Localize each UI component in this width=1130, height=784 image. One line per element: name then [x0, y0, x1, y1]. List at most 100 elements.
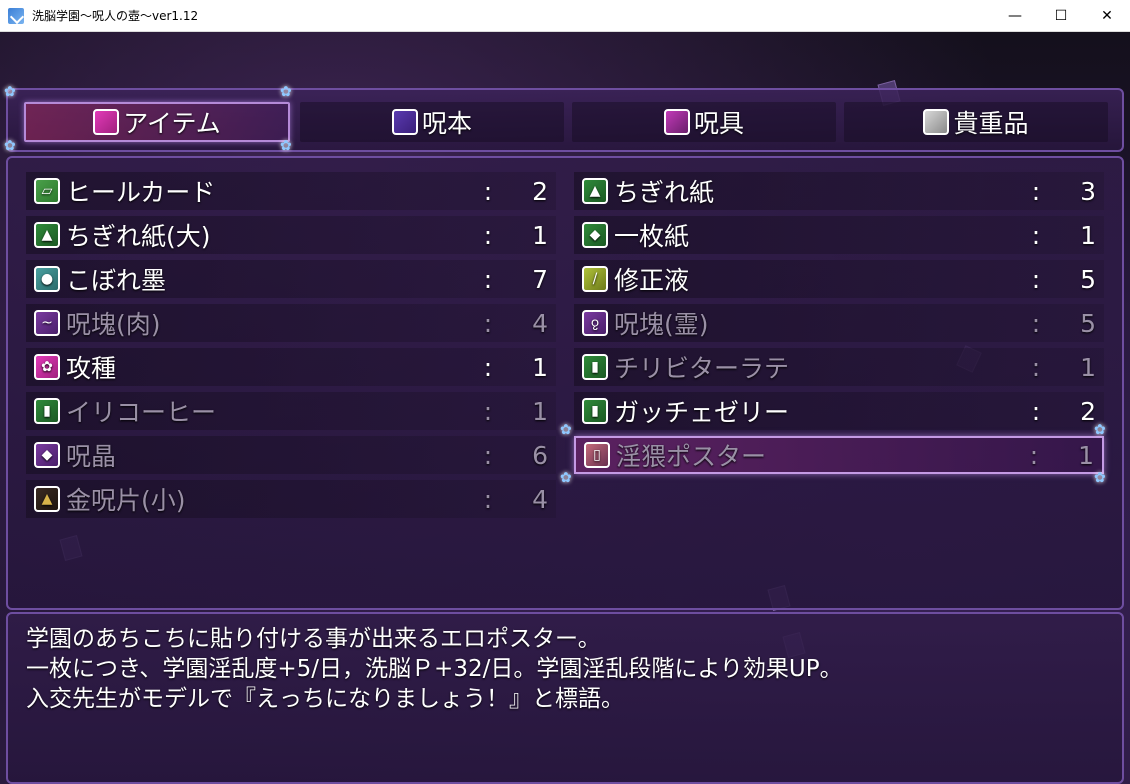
item-separator: : — [483, 176, 493, 206]
item-name: イリコーヒー — [66, 398, 217, 427]
curse-spirit-icon: ჹ — [582, 310, 608, 336]
list-item[interactable]: ▮ イリコーヒー : 1 — [26, 392, 556, 430]
gold-shard-icon: ▲ — [34, 486, 60, 512]
window-controls: — ☐ ✕ — [992, 0, 1130, 32]
mug-icon: ▮ — [34, 398, 60, 424]
list-item[interactable]: ◆ 呪晶 : 6 — [26, 436, 556, 474]
close-button[interactable]: ✕ — [1084, 0, 1130, 32]
tab-label: アイテム — [123, 109, 221, 138]
list-item[interactable]: ▮ ガッチェゼリー : 2 — [574, 392, 1104, 430]
torn-paper-icon: ▲ — [582, 178, 608, 204]
correction-fluid-icon: / — [582, 266, 608, 292]
item-quantity: 1 — [1078, 440, 1094, 470]
item-name: 淫猥ポスター — [616, 442, 767, 471]
item-quantity: 6 — [532, 440, 548, 470]
item-quantity: 1 — [532, 220, 548, 250]
item-name: ガッチェゼリー — [614, 398, 790, 427]
flower-deco-icon: ✿ — [560, 470, 572, 486]
list-item[interactable]: ▲ 金呪片(小) : 4 — [26, 480, 556, 518]
description-line: 学園のあちこちに貼り付ける事が出来るエロポスター。 — [26, 626, 601, 652]
item-name: ちぎれ紙 — [614, 178, 715, 207]
item-separator: : — [483, 440, 493, 470]
item-name: ちぎれ紙(大) — [66, 222, 211, 251]
flower-deco-icon: ✿ — [560, 422, 572, 438]
seed-icon: ✿ — [34, 354, 60, 380]
mug-icon: ▮ — [582, 398, 608, 424]
window-titlebar: 洗脳学園～呪人の壺～ver1.12 — ☐ ✕ — [0, 0, 1130, 32]
tab-valuables[interactable]: 貴重品 — [844, 102, 1108, 142]
item-quantity: 7 — [532, 264, 548, 294]
flower-deco-icon: ✿ — [280, 84, 292, 100]
tab-items[interactable]: アイテム — [24, 102, 290, 142]
list-item-selected[interactable]: ▯ 淫猥ポスター : 1 — [574, 436, 1104, 474]
item-separator: : — [483, 352, 493, 382]
item-quantity: 2 — [532, 176, 548, 206]
item-name: 一枚紙 — [614, 222, 690, 251]
item-separator: : — [1031, 352, 1041, 382]
item-separator: : — [1031, 176, 1041, 206]
item-separator: : — [1031, 264, 1041, 294]
torn-paper-icon: ▲ — [34, 222, 60, 248]
item-quantity: 1 — [532, 352, 548, 382]
flower-deco-icon: ✿ — [1094, 422, 1106, 438]
item-quantity: 5 — [1080, 264, 1096, 294]
card-icon: ▱ — [34, 178, 60, 204]
mug-icon: ▮ — [582, 354, 608, 380]
category-tab-bar: アイテム 呪本 呪具 貴重品 ✿ ✿ ✿ ✿ — [4, 84, 1124, 154]
item-quantity: 3 — [1080, 176, 1096, 206]
item-separator: : — [1031, 308, 1041, 338]
poster-icon: ▯ — [584, 442, 610, 468]
item-separator: : — [1029, 440, 1039, 470]
item-quantity: 1 — [1080, 220, 1096, 250]
flower-deco-icon: ✿ — [4, 138, 16, 154]
tab-label: 呪具 — [693, 109, 744, 138]
item-name: 攻種 — [66, 354, 117, 383]
maximize-button[interactable]: ☐ — [1038, 0, 1084, 32]
gem-icon — [93, 109, 120, 135]
flower-deco-icon: ✿ — [280, 138, 292, 154]
item-quantity: 4 — [532, 484, 548, 514]
crystal-icon: ◆ — [34, 442, 60, 468]
curse-flesh-icon: ~ — [34, 310, 60, 336]
item-name: 呪塊(霊) — [614, 310, 709, 339]
item-name: 金呪片(小) — [66, 486, 186, 515]
paper-sheet-icon: ◆ — [582, 222, 608, 248]
minimize-button[interactable]: — — [992, 0, 1038, 32]
item-name: チリビターラテ — [614, 354, 790, 383]
list-item[interactable]: ● こぼれ墨 : 7 — [26, 260, 556, 298]
list-item[interactable]: ჹ 呪塊(霊) : 5 — [574, 304, 1104, 342]
tab-curse-books[interactable]: 呪本 — [300, 102, 564, 142]
item-separator: : — [483, 264, 493, 294]
item-name: 呪塊(肉) — [66, 310, 161, 339]
list-item[interactable]: / 修正液 : 5 — [574, 260, 1104, 298]
list-item[interactable]: ~ 呪塊(肉) : 4 — [26, 304, 556, 342]
flower-deco-icon: ✿ — [1094, 470, 1106, 486]
list-item[interactable]: ▱ ヒールカード : 2 — [26, 172, 556, 210]
item-name: 呪晶 — [66, 442, 117, 471]
list-item[interactable]: ◆ 一枚紙 : 1 — [574, 216, 1104, 254]
item-quantity: 4 — [532, 308, 548, 338]
item-name: 修正液 — [614, 266, 690, 295]
list-item[interactable]: ✿ 攻種 : 1 — [26, 348, 556, 386]
item-separator: : — [483, 308, 493, 338]
item-description-panel: 学園のあちこちに貼り付ける事が出来るエロポスター。 一枚につき、学園淫乱度+5/… — [6, 612, 1124, 784]
item-name: ヒールカード — [66, 178, 216, 207]
list-item[interactable]: ▲ ちぎれ紙 : 3 — [574, 172, 1104, 210]
item-separator: : — [483, 484, 493, 514]
description-line: 一枚につき、学園淫乱度+5/日，洗脳Ｐ+32/日。学園淫乱段階により効果UP。 — [26, 656, 843, 682]
tab-curse-tools[interactable]: 呪具 — [572, 102, 836, 142]
list-item[interactable]: ▮ チリビターラテ : 1 — [574, 348, 1104, 386]
item-separator: : — [1031, 220, 1041, 250]
item-quantity: 1 — [1080, 352, 1096, 382]
tab-label: 呪本 — [421, 109, 472, 138]
app-icon — [8, 7, 24, 24]
game-screen: アイテム 呪本 呪具 貴重品 ✿ ✿ ✿ ✿ ▱ ヒールカード : 2 ▲ ちぎ… — [0, 32, 1130, 784]
item-name: こぼれ墨 — [66, 266, 167, 295]
window-title: 洗脳学園～呪人の壺～ver1.12 — [32, 9, 199, 23]
skeleton-icon — [663, 109, 690, 135]
item-quantity: 1 — [532, 396, 548, 426]
item-quantity: 5 — [1080, 308, 1096, 338]
list-item[interactable]: ▲ ちぎれ紙(大) : 1 — [26, 216, 556, 254]
ink-jar-icon: ● — [34, 266, 60, 292]
tab-label: 貴重品 — [953, 109, 1029, 138]
